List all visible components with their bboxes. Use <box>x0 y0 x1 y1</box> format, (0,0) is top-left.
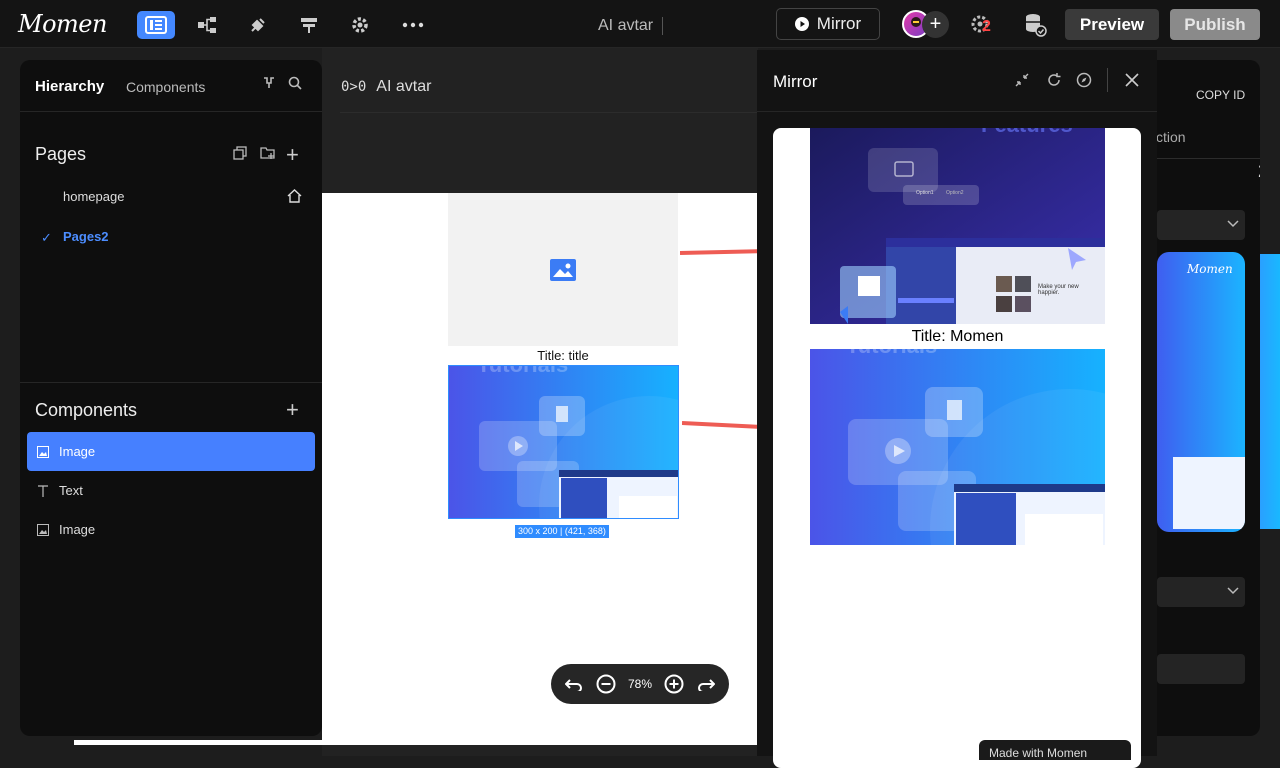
component-label: Text <box>59 483 83 498</box>
more-icon[interactable] <box>394 11 432 39</box>
add-collaborator-icon[interactable]: + <box>922 11 949 38</box>
thumbnail-heading: Tutorials <box>477 366 568 378</box>
features-heading: Features <box>981 128 1073 138</box>
right-gutter <box>1260 48 1280 756</box>
tab-action-partial[interactable]: ction <box>1156 129 1186 145</box>
panel-divider <box>757 111 1157 112</box>
image-icon <box>37 445 49 458</box>
chevron-down-icon <box>1227 220 1239 228</box>
text-icon <box>38 484 48 497</box>
made-with-badge[interactable]: Made with Momen <box>979 740 1131 760</box>
top-bar: Momen AI avtar Mirror + 2 Preview Publis… <box>0 0 1280 48</box>
add-page-icon[interactable]: + <box>286 142 299 168</box>
panel-divider <box>20 382 322 383</box>
redo-icon[interactable] <box>697 677 715 691</box>
page-item-homepage[interactable]: homepage <box>63 189 124 204</box>
page-item-pages2[interactable]: Pages2 <box>63 229 109 244</box>
mirror-title: Mirror <box>773 72 818 91</box>
mini-option-2: Option2 <box>946 190 964 196</box>
github-icon[interactable] <box>262 76 276 90</box>
zoom-out-icon[interactable] <box>596 674 616 694</box>
canvas-title: 0>0 AI avtar <box>341 78 431 96</box>
mini-heading: Make your new happier. <box>1038 284 1079 296</box>
component-item-image[interactable]: Image <box>27 432 315 471</box>
chevron-down-icon <box>1227 587 1239 595</box>
collapse-icon[interactable] <box>1015 73 1029 87</box>
preview-logo: Momen <box>1187 262 1233 276</box>
size-badge: 300 x 200 | (421, 368) <box>515 525 609 538</box>
database-icon[interactable] <box>1022 12 1048 38</box>
panel-divider <box>1150 158 1260 159</box>
mirror-button[interactable]: Mirror <box>776 8 880 40</box>
momen-logo[interactable]: Momen <box>18 10 107 38</box>
pages-title: Pages <box>35 144 87 164</box>
plugin-icon[interactable] <box>239 11 277 39</box>
zoom-in-icon[interactable] <box>664 674 684 694</box>
refresh-icon[interactable] <box>1046 72 1062 88</box>
tab-components[interactable]: Components <box>126 79 205 95</box>
compass-icon[interactable] <box>1076 72 1092 88</box>
canvas-toolbar-divider <box>340 112 758 113</box>
tutorials-heading: Tutorials <box>846 349 937 359</box>
components-title: Components <box>35 400 138 420</box>
left-panel: Hierarchy Components Pages + homepage ✓ … <box>20 60 322 736</box>
header-divider <box>1107 68 1108 92</box>
input-field[interactable] <box>1157 654 1245 684</box>
undo-icon[interactable] <box>565 677 583 691</box>
check-icon: ✓ <box>41 230 52 245</box>
image-icon <box>550 258 576 281</box>
dropdown-field[interactable] <box>1157 577 1245 607</box>
mirror-image-tutorials[interactable]: Tutorials <box>810 349 1105 545</box>
document-title[interactable]: AI avtar <box>598 17 664 35</box>
actionflow-icon[interactable] <box>290 11 328 39</box>
mirror-image-features[interactable]: Features Option1 Option2 Make your new h… <box>810 128 1105 324</box>
add-component-icon[interactable]: + <box>286 397 299 423</box>
close-icon[interactable] <box>1125 73 1139 87</box>
layout-icon[interactable] <box>137 11 175 39</box>
home-icon <box>287 189 302 203</box>
mirror-image-title[interactable]: Title: Momen <box>810 328 1105 346</box>
play-icon <box>794 17 809 31</box>
image-preview-edge <box>1260 254 1280 529</box>
panel-divider <box>20 111 322 112</box>
component-item-text[interactable]: Text <box>27 471 315 510</box>
right-panel: COPY ID ction 2 ( Momen <box>1150 60 1260 736</box>
component-label: Image <box>59 444 96 459</box>
notification-count: 2 <box>982 18 991 35</box>
component-item-image[interactable]: Image <box>27 510 315 549</box>
image-preview: Momen <box>1157 252 1245 532</box>
debug-icon[interactable]: 2 <box>970 12 996 38</box>
component-label: Image <box>59 522 96 537</box>
mirror-button-label: Mirror <box>816 14 862 33</box>
selected-image-component[interactable]: Tutorials <box>448 365 679 519</box>
zoom-level[interactable]: 78% <box>628 677 652 691</box>
preview-window <box>1173 457 1245 529</box>
search-icon[interactable] <box>288 76 302 90</box>
data-model-icon[interactable] <box>188 11 226 39</box>
duplicate-page-icon[interactable] <box>233 146 247 160</box>
zoom-bar: 78% <box>551 664 729 704</box>
tab-hierarchy[interactable]: Hierarchy <box>35 78 104 95</box>
mini-option-1: Option1 <box>916 190 934 196</box>
image-icon <box>37 523 49 536</box>
add-folder-icon[interactable] <box>260 146 276 160</box>
page-id-icon: 0>0 <box>341 79 367 95</box>
mirror-panel: Mirror Option1 Option2 Make your new hap… <box>757 50 1157 768</box>
dropdown-field[interactable] <box>1157 210 1245 240</box>
copy-id-button[interactable]: COPY ID <box>1196 88 1245 102</box>
publish-button[interactable]: Publish <box>1170 9 1260 40</box>
image-placeholder[interactable] <box>448 193 678 346</box>
preview-button[interactable]: Preview <box>1065 9 1159 40</box>
image-title-text[interactable]: Title: title <box>448 348 678 363</box>
settings-icon[interactable] <box>341 11 379 39</box>
canvas-page-name: AI avtar <box>376 78 432 95</box>
